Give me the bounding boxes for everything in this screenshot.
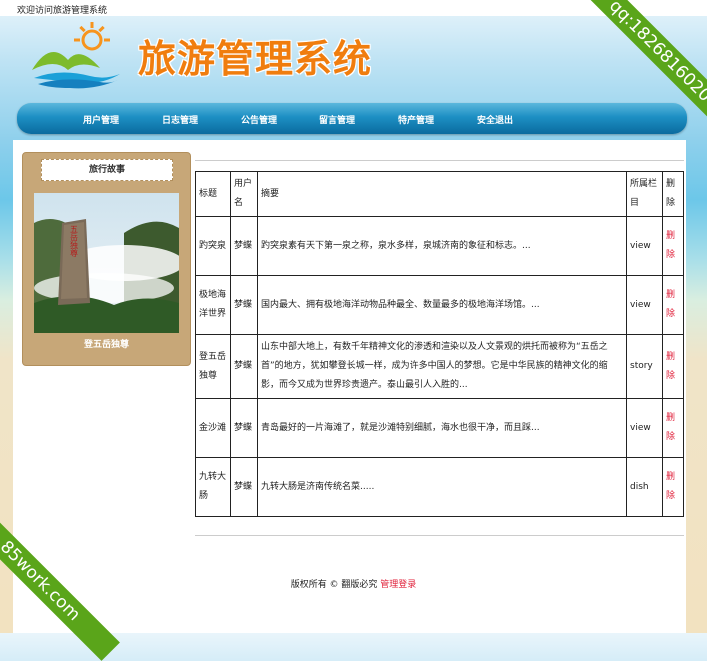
nav-message-management[interactable]: 留言管理 xyxy=(319,113,355,126)
copyright-text: 版权所有 © 翻版必究 xyxy=(290,580,378,590)
sidebar-caption[interactable]: 登五岳独尊 xyxy=(23,337,190,350)
row-user: 梦蝶 xyxy=(230,216,258,276)
table-row: 登五岳独尊 梦蝶 山东中部大地上，有数千年精神文化的渗透和渲染以及人文景观的烘托… xyxy=(195,334,684,399)
brand-title: 旅游管理系统 xyxy=(138,37,373,81)
table-row: 金沙滩 梦蝶 青岛最好的一片海滩了，就是沙滩特别细腻，海水也很干净，而且踩...… xyxy=(195,398,684,458)
logo-icon xyxy=(32,22,120,89)
row-user: 梦蝶 xyxy=(230,334,258,399)
row-summary: 山东中部大地上，有数千年精神文化的渗透和渲染以及人文景观的烘托而被称为“五岳之首… xyxy=(257,334,627,399)
nav-log-management[interactable]: 日志管理 xyxy=(162,113,198,126)
row-column: view xyxy=(626,275,663,335)
story-table: 标题 用户名 摘要 所属栏目 删除 趵突泉 梦蝶 趵突泉素有天下第一泉之称，泉水… xyxy=(195,171,684,517)
table-row: 极地海洋世界 梦蝶 国内最大、拥有极地海洋动物品种最全、数量最多的极地海洋场馆。… xyxy=(195,275,684,335)
row-user: 梦蝶 xyxy=(230,457,258,517)
header-user: 用户名 xyxy=(230,171,258,217)
welcome-text: 欢迎访问旅游管理系统 xyxy=(17,6,108,16)
image-inscription: 五岳独尊 xyxy=(70,225,79,258)
nav-specialty-management[interactable]: 特产管理 xyxy=(398,113,434,126)
delete-link[interactable]: 删除 xyxy=(662,334,684,399)
sidebar-title: 旅行故事 xyxy=(41,159,173,181)
row-title: 极地海洋世界 xyxy=(195,275,231,335)
row-user: 梦蝶 xyxy=(230,275,258,335)
table-row: 趵突泉 梦蝶 趵突泉素有天下第一泉之称，泉水多样，泉城济南的象征和标志。... … xyxy=(195,216,684,276)
table-row: 九转大肠 梦蝶 九转大肠是济南传统名菜..... dish 删除 xyxy=(195,457,684,517)
row-title: 九转大肠 xyxy=(195,457,231,517)
row-title: 金沙滩 xyxy=(195,398,231,458)
row-title: 趵突泉 xyxy=(195,216,231,276)
main-nav: 用户管理 日志管理 公告管理 留言管理 特产管理 安全退出 xyxy=(17,103,687,134)
row-column: story xyxy=(626,334,663,399)
row-column: view xyxy=(626,398,663,458)
footer: 版权所有 © 翻版必究 管理登录 xyxy=(0,577,707,590)
row-title: 登五岳独尊 xyxy=(195,334,231,399)
header-summary: 摘要 xyxy=(257,171,627,217)
row-summary: 九转大肠是济南传统名菜..... xyxy=(257,457,627,517)
delete-link[interactable]: 删除 xyxy=(662,457,684,517)
header-column: 所属栏目 xyxy=(626,171,663,217)
delete-link[interactable]: 删除 xyxy=(662,216,684,276)
story-sidebar: 旅行故事 五岳独尊 登五岳独尊 xyxy=(22,152,191,366)
row-summary: 国内最大、拥有极地海洋动物品种最全、数量最多的极地海洋场馆。... xyxy=(257,275,627,335)
row-user: 梦蝶 xyxy=(230,398,258,458)
header-delete: 删除 xyxy=(662,171,684,217)
nav-notice-management[interactable]: 公告管理 xyxy=(241,113,277,126)
table-header-row: 标题 用户名 摘要 所属栏目 删除 xyxy=(195,171,684,217)
header-title: 标题 xyxy=(195,171,231,217)
delete-link[interactable]: 删除 xyxy=(662,398,684,458)
row-summary: 趵突泉素有天下第一泉之称，泉水多样，泉城济南的象征和标志。... xyxy=(257,216,627,276)
nav-user-management[interactable]: 用户管理 xyxy=(83,113,119,126)
row-column: dish xyxy=(626,457,663,517)
nav-logout[interactable]: 安全退出 xyxy=(477,113,513,126)
row-column: view xyxy=(626,216,663,276)
admin-login-link[interactable]: 管理登录 xyxy=(380,580,416,590)
taishan-image[interactable]: 五岳独尊 xyxy=(34,193,179,333)
row-summary: 青岛最好的一片海滩了，就是沙滩特别细腻，海水也很干净，而且踩... xyxy=(257,398,627,458)
delete-link[interactable]: 删除 xyxy=(662,275,684,335)
story-table-wrapper: 标题 用户名 摘要 所属栏目 删除 趵突泉 梦蝶 趵突泉素有天下第一泉之称，泉水… xyxy=(195,160,684,536)
